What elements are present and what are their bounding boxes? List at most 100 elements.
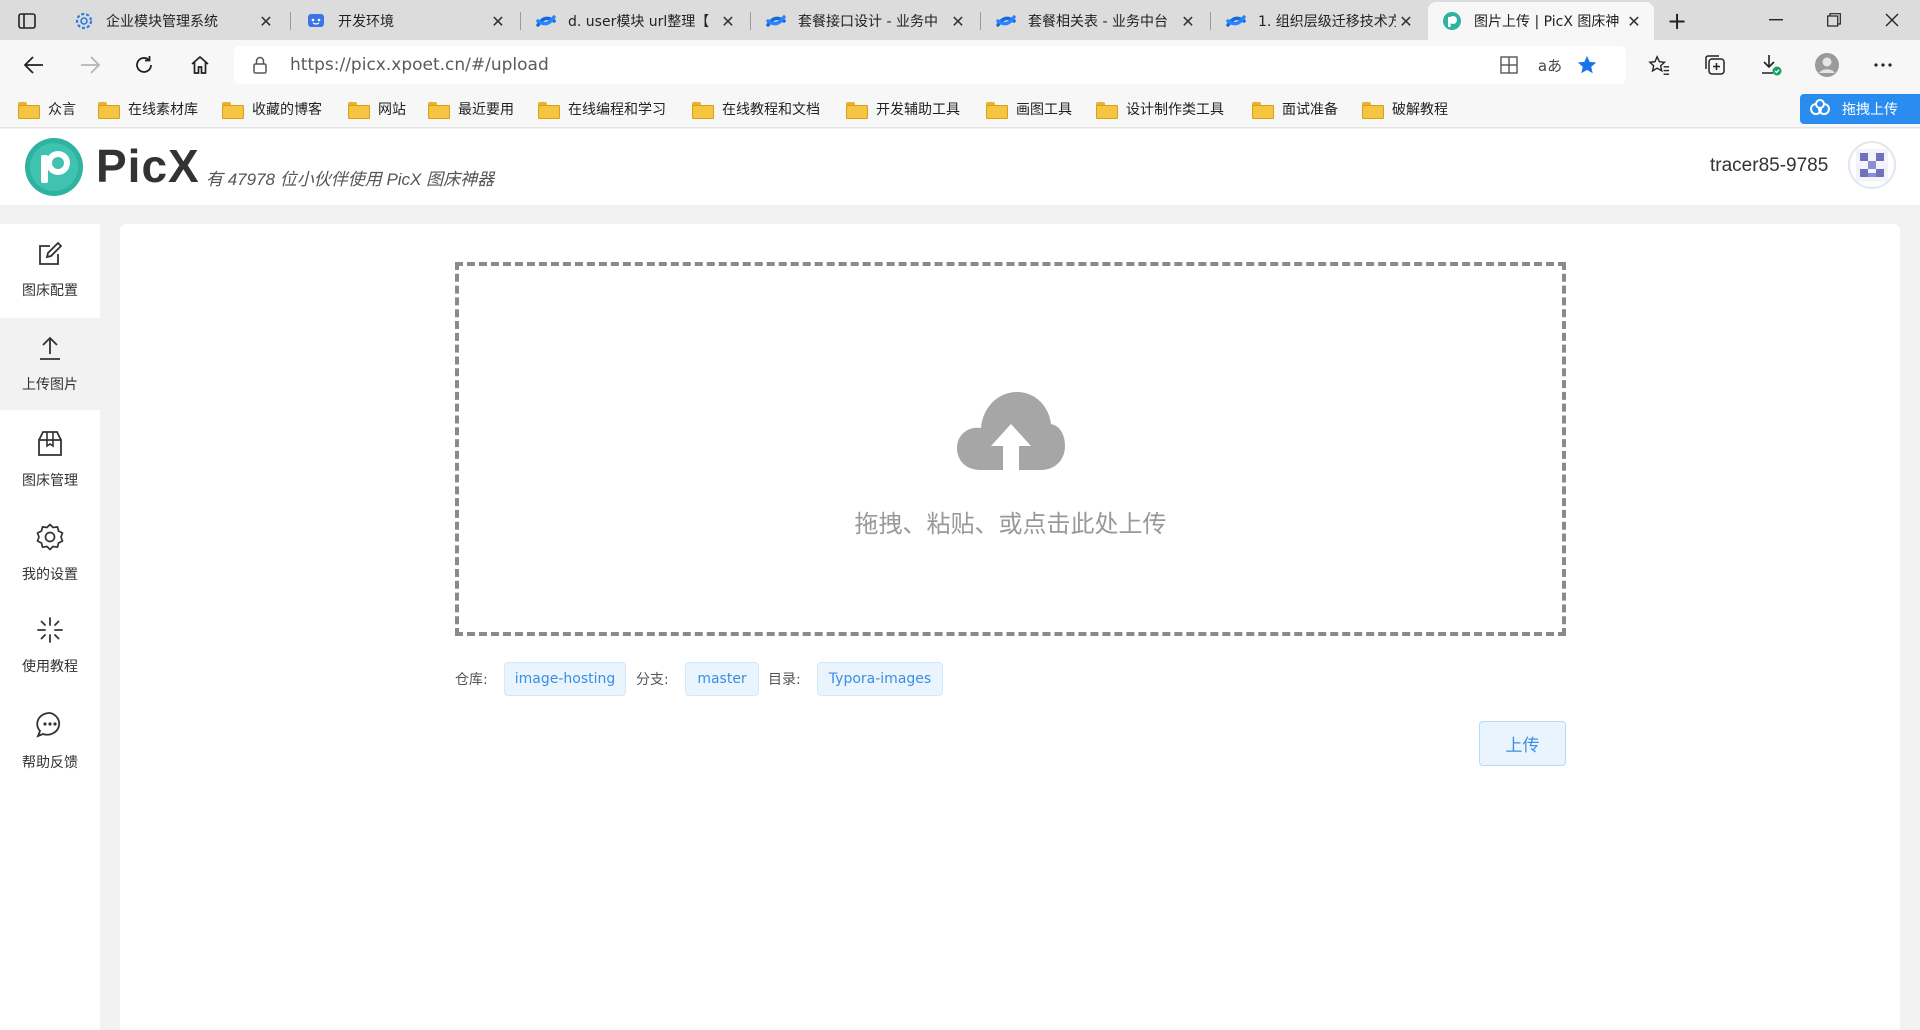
folder-icon xyxy=(18,101,40,119)
bookmark-folder[interactable]: 在线编程和学习 xyxy=(538,97,666,121)
browser-toolbar: https://picx.xpoet.cn/#/upload aあ xyxy=(0,40,1920,90)
tab-divider xyxy=(1210,12,1211,30)
tab-title: 图片上传 | PicX 图床神 xyxy=(1474,14,1620,30)
bookmark-label: 众言 xyxy=(48,102,76,118)
bookmark-folder[interactable]: 面试准备 xyxy=(1252,97,1338,121)
browser-tab[interactable]: 套餐相关表 - 业务中台 ✕ xyxy=(982,2,1208,40)
app-header: PicX 有 47978 位小伙伴使用 PicX 图床神器 tracer85-9… xyxy=(0,129,1920,205)
branch-chip[interactable]: master xyxy=(685,662,759,696)
sidebar-item-label: 上传图片 xyxy=(22,377,78,393)
profile-icon[interactable] xyxy=(1810,48,1844,82)
collections-icon[interactable] xyxy=(1698,48,1732,82)
repo-chip[interactable]: image-hosting xyxy=(504,662,626,696)
close-icon[interactable]: ✕ xyxy=(1624,11,1644,31)
bookmark-label: 设计制作类工具 xyxy=(1126,102,1224,118)
browser-tab[interactable]: 开发环境 ✕ xyxy=(292,2,518,40)
bookmark-label: 在线编程和学习 xyxy=(568,102,666,118)
sidebar-item-label: 帮助反馈 xyxy=(22,755,78,771)
favorites-icon[interactable] xyxy=(1642,48,1676,82)
more-menu-icon[interactable] xyxy=(1866,48,1900,82)
address-bar[interactable]: https://picx.xpoet.cn/#/upload aあ xyxy=(234,46,1626,84)
edit-icon xyxy=(36,240,64,272)
bookmark-folder[interactable]: 在线教程和文档 xyxy=(692,97,820,121)
bookmark-folder[interactable]: 设计制作类工具 xyxy=(1096,97,1224,121)
folder-icon xyxy=(222,101,244,119)
close-icon[interactable]: ✕ xyxy=(1396,11,1416,31)
downloads-icon[interactable] xyxy=(1754,48,1788,82)
bookmark-folder[interactable]: 最近要用 xyxy=(428,97,514,121)
browser-tab[interactable]: d. user模块 url整理【 ✕ xyxy=(522,2,748,40)
new-tab-button[interactable]: + xyxy=(1662,6,1692,36)
close-window-button[interactable] xyxy=(1864,0,1920,40)
browser-tab[interactable]: 1. 组织层级迁移技术方 ✕ xyxy=(1212,2,1426,40)
browser-tab[interactable]: 套餐接口设计 - 业务中 ✕ xyxy=(752,2,978,40)
close-icon[interactable]: ✕ xyxy=(1178,11,1198,31)
gear-favicon-icon xyxy=(74,11,94,31)
read-aloud-icon[interactable]: aあ xyxy=(1536,54,1564,76)
url-text[interactable]: https://picx.xpoet.cn/#/upload xyxy=(290,55,549,75)
tab-title: 套餐相关表 - 业务中台 xyxy=(1028,14,1168,30)
cloud-upload-icon xyxy=(955,388,1067,476)
forward-button[interactable] xyxy=(72,47,108,83)
close-icon[interactable]: ✕ xyxy=(718,11,738,31)
directory-label: 目录: xyxy=(768,672,801,688)
sparkle-icon xyxy=(36,616,64,648)
picx-logo-icon[interactable] xyxy=(24,137,84,197)
restore-button[interactable] xyxy=(1806,0,1862,40)
tab-divider xyxy=(750,12,751,30)
bookmark-folder[interactable]: 画图工具 xyxy=(986,97,1072,121)
sidebar-item-manage[interactable]: 图床管理 xyxy=(0,412,100,504)
tab-title: d. user模块 url整理【 xyxy=(568,14,710,30)
directory-chip[interactable]: Typora-images xyxy=(817,662,943,696)
folder-icon xyxy=(348,101,370,119)
bookmark-label: 面试准备 xyxy=(1282,102,1338,118)
sidebar-item-label: 图床配置 xyxy=(22,283,78,299)
confluence-favicon-icon xyxy=(996,11,1016,31)
upload-panel: 拖拽、粘贴、或点击此处上传 仓库: image-hosting 分支: mast… xyxy=(120,224,1900,1030)
minimize-button[interactable] xyxy=(1748,0,1804,40)
folder-icon xyxy=(1252,101,1274,119)
sidebar-item-settings[interactable]: 我的设置 xyxy=(0,506,100,598)
folder-icon xyxy=(846,101,868,119)
folder-icon xyxy=(98,101,120,119)
app-available-icon[interactable] xyxy=(1498,54,1520,76)
confluence-favicon-icon xyxy=(1226,11,1246,31)
bookmark-label: 网站 xyxy=(378,102,406,118)
home-button[interactable] xyxy=(182,47,218,83)
picx-favicon-icon xyxy=(1442,11,1462,31)
sidebar-item-upload[interactable]: 上传图片 xyxy=(0,318,100,410)
avatar[interactable] xyxy=(1848,141,1896,189)
chat-favicon-icon xyxy=(306,11,326,31)
sidebar-item-tutorial[interactable]: 使用教程 xyxy=(0,600,100,692)
sidebar-item-config[interactable]: 图床配置 xyxy=(0,224,100,316)
bookmark-folder[interactable]: 众言 xyxy=(18,97,76,121)
tab-divider xyxy=(980,12,981,30)
tab-actions-icon[interactable] xyxy=(14,8,40,34)
upload-button[interactable]: 上传 xyxy=(1479,721,1566,766)
folder-icon xyxy=(1096,101,1118,119)
browser-tab-active[interactable]: 图片上传 | PicX 图床神 ✕ xyxy=(1428,2,1654,40)
close-icon[interactable]: ✕ xyxy=(948,11,968,31)
package-icon xyxy=(35,428,65,462)
chat-icon xyxy=(35,710,65,744)
bookmarks-bar: 众言 在线素材库 收藏的博客 网站 最近要用 在线编程和学习 在线教程和文档 开… xyxy=(0,90,1920,128)
back-button[interactable] xyxy=(16,47,52,83)
bookmark-folder[interactable]: 破解教程 xyxy=(1362,97,1448,121)
browser-tab[interactable]: 企业模块管理系统 ✕ xyxy=(60,2,286,40)
drag-upload-extension[interactable]: 拖拽上传 xyxy=(1800,94,1920,124)
sidebar-item-feedback[interactable]: 帮助反馈 xyxy=(0,694,100,786)
upload-dropzone[interactable]: 拖拽、粘贴、或点击此处上传 xyxy=(455,262,1566,636)
username[interactable]: tracer85-9785 xyxy=(1710,155,1828,177)
bookmark-folder[interactable]: 收藏的博客 xyxy=(222,97,322,121)
refresh-button[interactable] xyxy=(126,47,162,83)
bookmark-folder[interactable]: 网站 xyxy=(348,97,406,121)
bookmark-folder[interactable]: 开发辅助工具 xyxy=(846,97,960,121)
favorite-star-icon[interactable] xyxy=(1576,54,1598,76)
close-icon[interactable]: ✕ xyxy=(256,11,276,31)
sidebar: 图床配置 上传图片 图床管理 我的设置 使用教程 帮助反馈 xyxy=(0,224,100,1030)
close-icon[interactable]: ✕ xyxy=(488,11,508,31)
folder-icon xyxy=(428,101,450,119)
lock-icon[interactable] xyxy=(252,56,268,78)
branch-label: 分支: xyxy=(636,672,669,688)
bookmark-folder[interactable]: 在线素材库 xyxy=(98,97,198,121)
